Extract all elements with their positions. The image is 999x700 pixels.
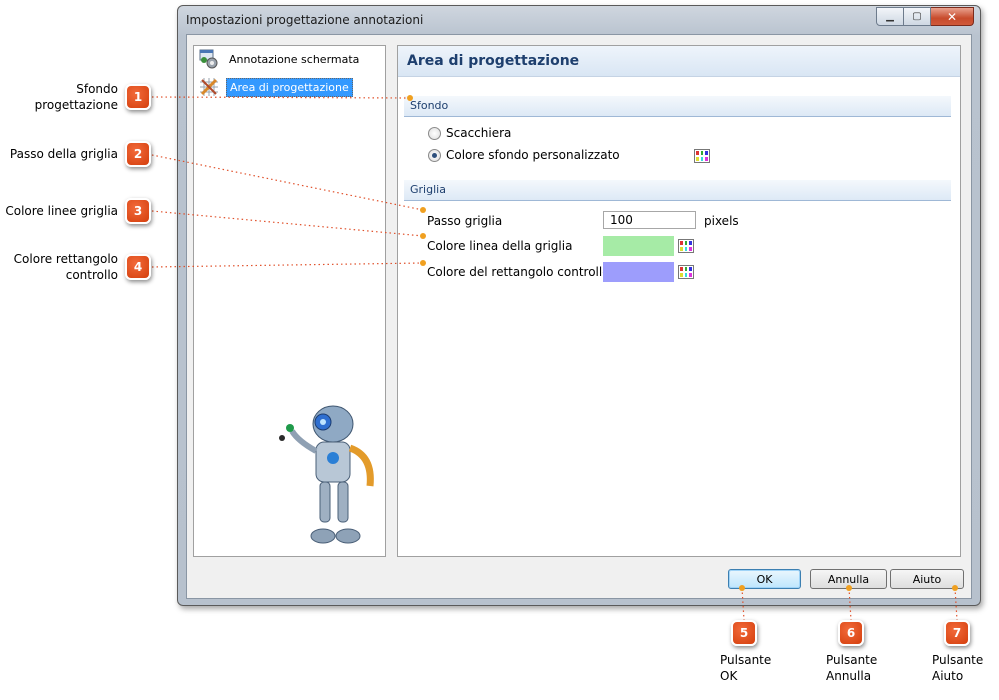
callout-badge-5: 5 xyxy=(731,620,757,646)
callout-anchor-dot xyxy=(420,233,426,239)
callout-label-line: Colore linee griglia xyxy=(5,204,118,218)
callout-badge-7: 7 xyxy=(944,620,970,646)
callout-label-6: Pulsante Annulla xyxy=(826,652,877,684)
callout-label-line: controllo xyxy=(65,268,118,282)
callout-label-line: Pulsante xyxy=(932,653,984,667)
callout-label-line: Passo della griglia xyxy=(9,147,118,161)
callout-label-line: progettazione xyxy=(34,98,118,112)
callout-label-line: Pulsante xyxy=(720,653,772,667)
callout-anchor-dot xyxy=(420,207,426,213)
callout-label-line: Pulsante xyxy=(826,653,878,667)
callout-anchor-dot xyxy=(739,585,745,591)
callout-label-7: Pulsante Aiuto xyxy=(932,652,983,684)
callout-label-5: Pulsante OK xyxy=(720,652,771,684)
callout-anchor-dot xyxy=(846,585,852,591)
callout-badge-3: 3 xyxy=(125,198,151,224)
callout-badge-1: 1 xyxy=(125,84,151,110)
callout-badge-2: 2 xyxy=(125,141,151,167)
callout-label-3: Colore linee griglia xyxy=(0,203,118,219)
callout-label-line: Annulla xyxy=(826,669,872,683)
callout-badge-4: 4 xyxy=(125,254,151,280)
callout-label-line: Aiuto xyxy=(932,669,964,683)
callout-label-4: Colore rettangolo controllo xyxy=(0,251,118,283)
callout-anchor-dot xyxy=(407,95,413,101)
callout-anchor-dot xyxy=(420,260,426,266)
callout-label-line: Colore rettangolo xyxy=(13,252,118,266)
callout-label-line: Sfondo xyxy=(76,82,118,96)
callout-label-line: OK xyxy=(720,669,738,683)
callout-badge-6: 6 xyxy=(838,620,864,646)
callout-anchor-dot xyxy=(952,585,958,591)
callout-label-2: Passo della griglia xyxy=(0,146,118,162)
callout-label-1: Sfondo progettazione xyxy=(20,81,118,113)
